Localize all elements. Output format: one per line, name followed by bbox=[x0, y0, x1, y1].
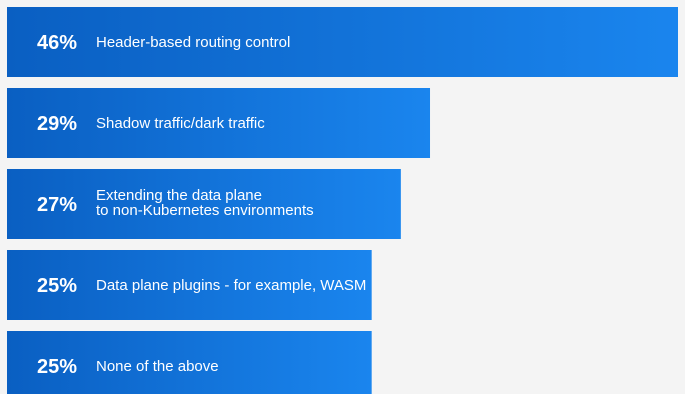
bar-value-label: 46% bbox=[37, 32, 77, 54]
bar-value-label: 27% bbox=[37, 194, 77, 216]
bar-value-label: 25% bbox=[37, 275, 77, 297]
bar-category-label-line: Data plane plugins - for example, WASM bbox=[96, 277, 366, 294]
horizontal-bar-chart: 46% Header-based routing control 29% Shadow… bbox=[7, 7, 678, 394]
bar-category-label: Data plane plugins - for example, WASM bbox=[96, 277, 366, 294]
bar-category-label-line: to non-Kubernetes environments bbox=[96, 202, 314, 219]
bar-category-label-line: Shadow traffic/dark traffic bbox=[96, 115, 265, 132]
bar-category-label-line: Header-based routing control bbox=[96, 34, 290, 51]
bar-value-label: 29% bbox=[37, 113, 77, 135]
bars-group: 46% Header-based routing control 29% Shadow… bbox=[7, 7, 678, 394]
bar-category-label: Shadow traffic/dark traffic bbox=[96, 115, 265, 132]
bar-category-label: None of the above bbox=[96, 358, 219, 375]
bar-category-label: Header-based routing control bbox=[96, 34, 290, 51]
bar-value-label: 25% bbox=[37, 356, 77, 378]
bar-category-label-line: None of the above bbox=[96, 358, 219, 375]
